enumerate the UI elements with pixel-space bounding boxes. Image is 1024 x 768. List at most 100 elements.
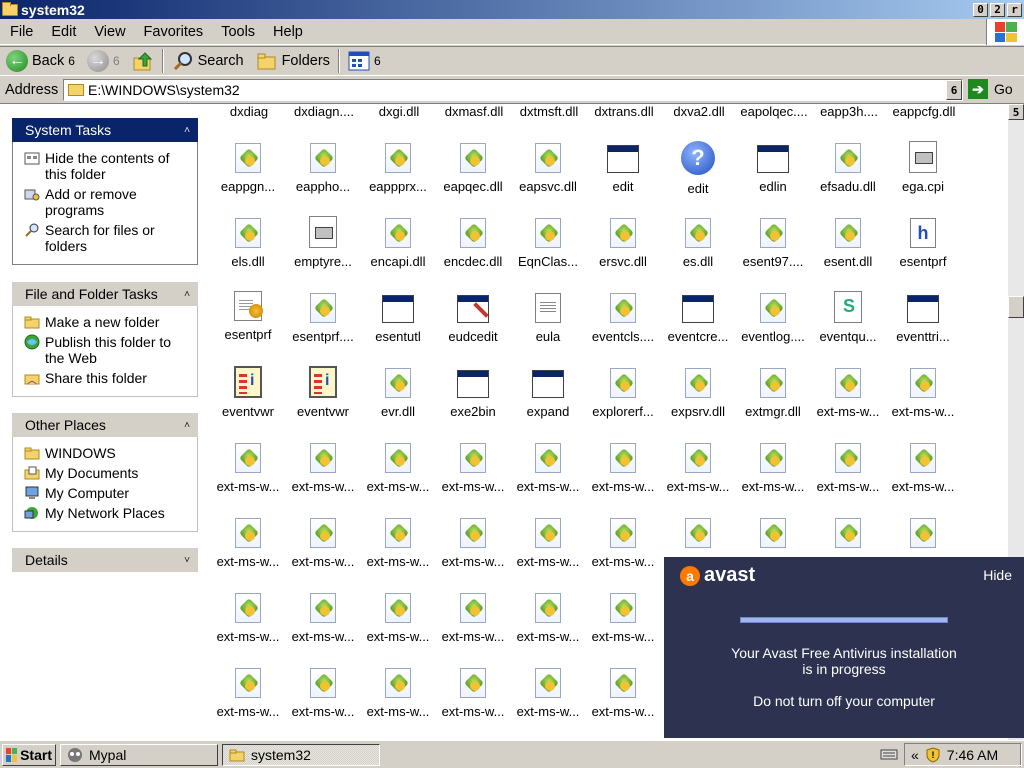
menu-file[interactable]: File — [0, 24, 41, 40]
file-item-label[interactable]: eapp3h.... — [811, 104, 887, 119]
maximize-button[interactable]: 2 — [990, 2, 1005, 17]
file-item[interactable]: edlin — [735, 141, 811, 194]
file-item[interactable]: expand — [510, 366, 586, 419]
file-item[interactable]: ext-ms-w... — [360, 441, 436, 494]
file-item[interactable]: eappgn... — [210, 141, 286, 194]
expand-icon[interactable]: ˅ — [184, 555, 190, 566]
file-item[interactable]: eapsvc.dll — [510, 141, 586, 194]
menu-favorites[interactable]: Favorites — [134, 24, 212, 40]
task-hide-contents[interactable]: Hide the contents of this folder — [23, 150, 193, 182]
file-item[interactable]: h esentprf — [885, 216, 961, 269]
file-item[interactable]: eventqu... — [810, 291, 886, 344]
file-item[interactable]: ext-ms-w... — [810, 366, 886, 419]
keyboard-icon[interactable] — [880, 747, 898, 764]
file-item[interactable]: ? edit — [660, 141, 736, 196]
file-item[interactable]: exe2bin — [435, 366, 511, 419]
file-item[interactable]: eventvwr — [285, 366, 361, 419]
file-item[interactable]: eventtri... — [885, 291, 961, 344]
file-item[interactable]: eventvwr — [210, 366, 286, 419]
menu-help[interactable]: Help — [263, 24, 311, 40]
file-item[interactable]: ext-ms-w... — [285, 591, 361, 644]
file-item[interactable]: ext-ms-w... — [210, 441, 286, 494]
file-item[interactable]: ext-ms-w... — [510, 516, 586, 569]
file-folder-tasks-header[interactable]: File and Folder Tasks ˄ — [12, 282, 198, 306]
address-dropdown-button[interactable]: 6 — [946, 80, 962, 100]
file-item-label[interactable]: eapolqec.... — [736, 104, 812, 119]
file-item[interactable]: ext-ms-w... — [810, 441, 886, 494]
file-item[interactable]: ext-ms-w... — [510, 441, 586, 494]
file-item[interactable]: eventcre... — [660, 291, 736, 344]
file-item[interactable]: ext-ms-w... — [435, 591, 511, 644]
file-item[interactable]: ext-ms-w... — [210, 516, 286, 569]
file-item-label[interactable]: dxtrans.dll — [586, 104, 662, 119]
file-item[interactable]: els.dll — [210, 216, 286, 269]
security-shield-icon[interactable]: ! — [925, 746, 941, 763]
file-item[interactable]: ext-ms-w... — [360, 591, 436, 644]
file-item[interactable]: ext-ms-w... — [660, 441, 736, 494]
start-button[interactable]: Start — [2, 743, 56, 766]
folders-button[interactable]: Folders — [250, 47, 336, 75]
file-item[interactable] — [660, 516, 736, 554]
file-item[interactable]: esent97.... — [735, 216, 811, 269]
task-search-files[interactable]: Search for files or folders — [23, 222, 193, 254]
go-button[interactable]: ➔ Go — [968, 79, 1013, 99]
file-item[interactable] — [735, 516, 811, 554]
file-item[interactable]: eventcls.... — [585, 291, 661, 344]
forward-button[interactable]: → 6 — [81, 47, 126, 75]
file-item[interactable]: esent.dll — [810, 216, 886, 269]
file-item[interactable]: ext-ms-w... — [885, 366, 961, 419]
file-item[interactable]: ext-ms-w... — [435, 516, 511, 569]
collapse-icon[interactable]: ˄ — [184, 289, 190, 300]
menu-edit[interactable]: Edit — [41, 24, 84, 40]
other-places-header[interactable]: Other Places ˄ — [12, 413, 198, 437]
file-item[interactable]: es.dll — [660, 216, 736, 269]
place-my-computer[interactable]: My Computer — [23, 485, 193, 501]
place-my-documents[interactable]: My Documents — [23, 465, 193, 481]
file-item[interactable]: ext-ms-w... — [360, 516, 436, 569]
file-item[interactable]: ext-ms-w... — [210, 591, 286, 644]
file-item-label[interactable]: dxtmsft.dll — [511, 104, 587, 119]
file-item-label[interactable]: dxgi.dll — [361, 104, 437, 119]
file-item[interactable]: eudcedit — [435, 291, 511, 344]
file-item[interactable]: efsadu.dll — [810, 141, 886, 194]
file-item[interactable]: edit — [585, 141, 661, 194]
file-item[interactable]: ext-ms-w... — [210, 666, 286, 719]
menu-view[interactable]: View — [84, 24, 133, 40]
system-tasks-header[interactable]: System Tasks ˄ — [12, 118, 198, 142]
task-share-folder[interactable]: Share this folder — [23, 370, 193, 386]
file-item[interactable]: emptyre... — [285, 216, 361, 269]
back-dropdown[interactable]: 6 — [68, 54, 75, 68]
file-item[interactable]: eappprx... — [360, 141, 436, 194]
address-input[interactable]: E:\WINDOWS\system32 6 — [63, 79, 963, 101]
title-bar[interactable]: system32 0 2 r — [0, 0, 1024, 19]
scroll-thumb[interactable] — [1008, 296, 1024, 318]
place-my-network[interactable]: My Network Places — [23, 505, 193, 521]
menu-tools[interactable]: Tools — [211, 24, 263, 40]
taskbar-item-mypal[interactable]: Mypal — [60, 743, 218, 766]
file-item[interactable]: ega.cpi — [885, 141, 961, 194]
file-item[interactable]: ext-ms-w... — [585, 516, 661, 569]
file-item[interactable]: ext-ms-w... — [885, 441, 961, 494]
file-item[interactable]: explorerf... — [585, 366, 661, 419]
file-item[interactable]: ext-ms-w... — [285, 516, 361, 569]
file-item[interactable]: eapqec.dll — [435, 141, 511, 194]
file-item[interactable]: eventlog.... — [735, 291, 811, 344]
file-item[interactable]: encapi.dll — [360, 216, 436, 269]
file-item-label[interactable]: dxmasf.dll — [436, 104, 512, 119]
file-item-label[interactable]: dxdiagn.... — [286, 104, 362, 119]
file-item-label[interactable]: dxva2.dll — [661, 104, 737, 119]
file-item[interactable]: ersvc.dll — [585, 216, 661, 269]
close-button[interactable]: r — [1007, 2, 1022, 17]
file-item[interactable]: extmgr.dll — [735, 366, 811, 419]
details-header[interactable]: Details ˅ — [12, 548, 198, 572]
collapse-icon[interactable]: ˄ — [184, 125, 190, 136]
tray-expand-button[interactable]: « — [911, 747, 919, 763]
file-item[interactable]: eula — [510, 291, 586, 344]
file-item[interactable]: esentutl — [360, 291, 436, 344]
file-item[interactable] — [885, 516, 961, 554]
file-item[interactable]: ext-ms-w... — [435, 441, 511, 494]
task-publish-web[interactable]: Publish this folder to the Web — [23, 334, 193, 366]
file-item[interactable] — [810, 516, 886, 554]
file-item[interactable]: EqnClas... — [510, 216, 586, 269]
task-new-folder[interactable]: Make a new folder — [23, 314, 193, 330]
